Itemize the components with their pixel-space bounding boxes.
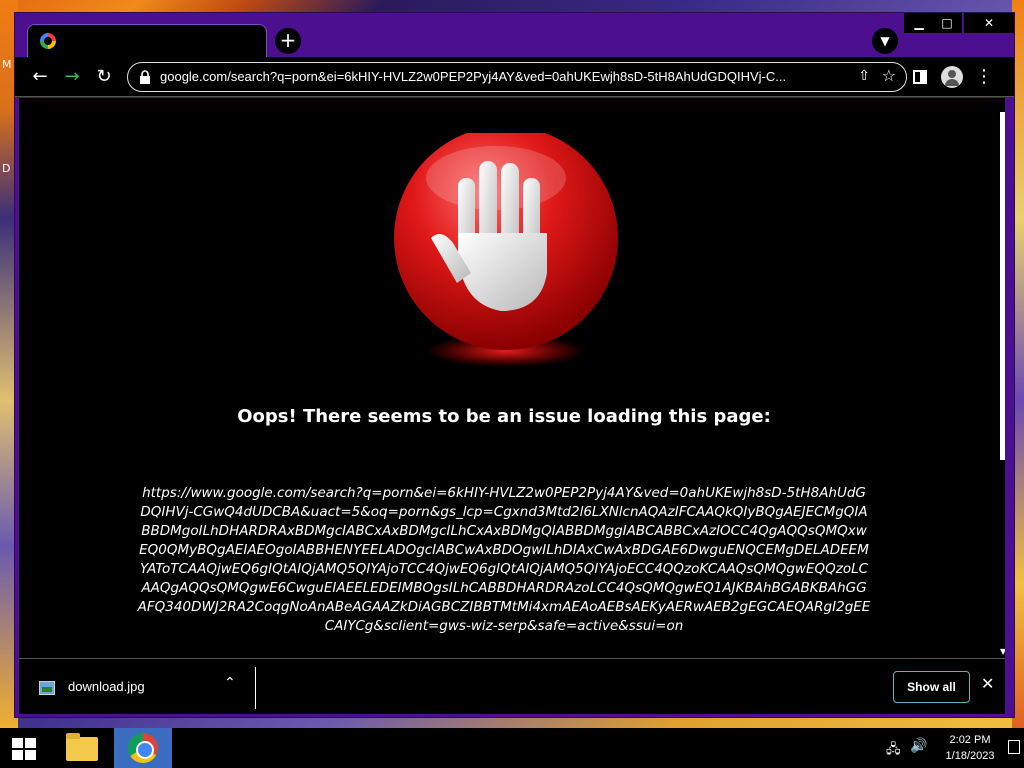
- windows-logo-icon: [12, 738, 36, 760]
- back-arrow-icon[interactable]: ←: [28, 65, 52, 89]
- download-file-name[interactable]: download.jpg: [68, 679, 145, 694]
- page-scrollbar[interactable]: ▼: [998, 98, 1005, 658]
- browser-tab[interactable]: [27, 24, 267, 58]
- show-all-button[interactable]: Show all: [893, 671, 970, 703]
- address-bar[interactable]: google.com/search?q=porn&ei=6kHIY-HVLZ2w…: [127, 62, 907, 92]
- stop-hand-icon: [394, 133, 618, 367]
- page-content: Oops! There seems to be an issue loading…: [19, 98, 1005, 658]
- shelf-divider: [255, 667, 256, 709]
- url-text[interactable]: google.com/search?q=porn&ei=6kHIY-HVLZ2w…: [160, 69, 840, 84]
- side-panel-button[interactable]: [908, 65, 932, 89]
- blocked-url-text: https://www.google.com/search?q=porn&ei=…: [137, 485, 871, 634]
- folder-icon: [66, 733, 98, 761]
- system-clock[interactable]: 2:02 PM 1/18/2023: [938, 732, 1002, 764]
- profile-button[interactable]: [940, 65, 964, 89]
- clock-time: 2:02 PM: [949, 734, 991, 746]
- page-headline: Oops! There seems to be an issue loading…: [237, 406, 771, 427]
- forward-arrow-icon[interactable]: →: [60, 65, 84, 89]
- desktop-icon-label[interactable]: D: [2, 162, 10, 175]
- network-icon[interactable]: 🖧: [886, 740, 901, 762]
- tab-search-chevron-icon[interactable]: ▼: [872, 28, 898, 54]
- volume-icon[interactable]: 🔊: [910, 738, 927, 754]
- downloads-shelf: download.jpg ⌃ Show all ✕: [19, 658, 1005, 714]
- taskbar-chrome[interactable]: [114, 728, 172, 768]
- side-panel-icon: [913, 70, 927, 84]
- share-icon[interactable]: ⇧: [858, 68, 870, 84]
- taskbar-file-explorer[interactable]: [53, 728, 111, 768]
- minimize-button[interactable]: ▁: [904, 13, 934, 33]
- scroll-thumb[interactable]: [1000, 112, 1005, 460]
- profile-avatar-icon: [941, 66, 963, 88]
- browser-window: + ▼ ▁ □ ✕ ← → ↻ google.com/search?q=porn…: [14, 12, 1015, 718]
- desktop-icon-label[interactable]: M: [2, 58, 12, 71]
- browser-menu-icon[interactable]: ⋮: [972, 65, 996, 89]
- title-bar: + ▼ ▁ □ ✕: [15, 13, 1014, 58]
- chevron-up-icon[interactable]: ⌃: [224, 675, 236, 691]
- close-window-button[interactable]: ✕: [964, 13, 1014, 33]
- clock-date: 1/18/2023: [945, 750, 995, 762]
- google-favicon-icon: [40, 33, 56, 49]
- chrome-icon: [128, 733, 158, 763]
- browser-toolbar: ← → ↻ google.com/search?q=porn&ei=6kHIY-…: [15, 57, 1014, 97]
- scroll-down-arrow-icon[interactable]: ▼: [1000, 647, 1005, 656]
- new-tab-button[interactable]: +: [275, 28, 301, 54]
- lock-icon[interactable]: [140, 70, 150, 84]
- bookmark-star-icon[interactable]: ☆: [882, 66, 896, 85]
- start-button[interactable]: [0, 728, 48, 768]
- close-shelf-button[interactable]: ✕: [981, 674, 994, 693]
- image-file-icon: [39, 681, 55, 695]
- notification-icon[interactable]: [1008, 740, 1020, 754]
- reload-icon[interactable]: ↻: [92, 65, 116, 89]
- taskbar: 🖧 🔊 2:02 PM 1/18/2023: [0, 728, 1024, 768]
- maximize-button[interactable]: □: [932, 13, 962, 33]
